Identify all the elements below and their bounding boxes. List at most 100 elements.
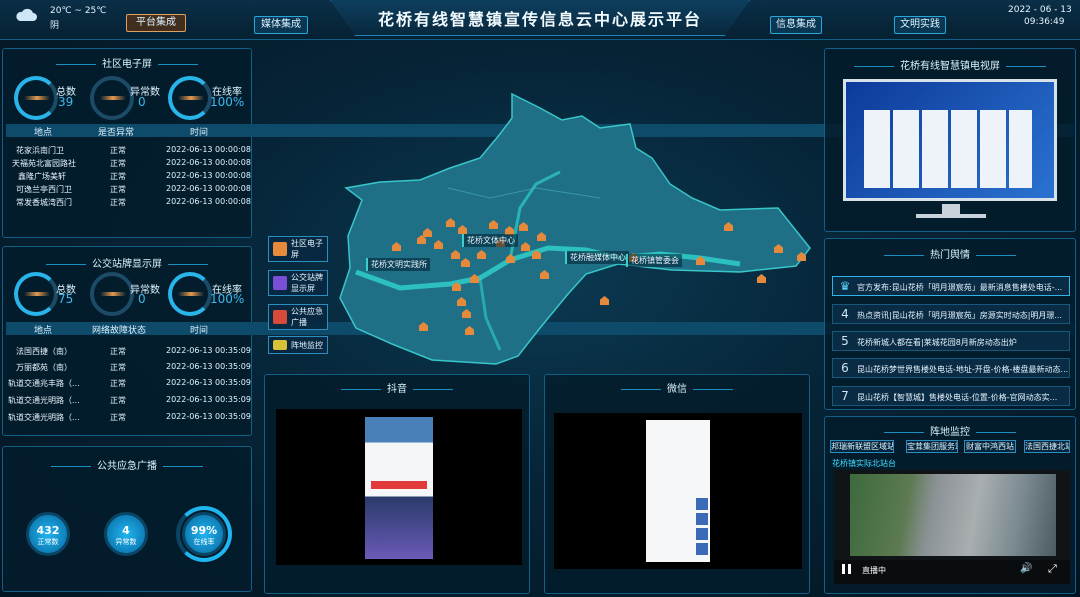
- map-btn-broadcast[interactable]: 公共应急广播: [268, 304, 328, 330]
- monitor-current-station: 花桥镇实际北站台: [832, 459, 896, 468]
- cell-time: 2022-06-13 00:35:09: [166, 378, 251, 387]
- broadcast-normal-circle: 432 正常数: [26, 512, 70, 556]
- hot-news-item[interactable]: 4 热点资讯|昆山花桥「明月璟宸苑」房源实时动态|明月璟...: [832, 304, 1070, 324]
- douyin-phone-preview[interactable]: [365, 417, 433, 559]
- cell-time: 2022-06-13 00:00:08: [166, 158, 251, 167]
- cell-time: 2022-06-13 00:35:09: [166, 346, 251, 355]
- hot-news-rank: 4: [841, 307, 849, 321]
- nav-platform[interactable]: 平台集成: [126, 14, 186, 32]
- cell-location: 万丽都苑（南）: [16, 363, 72, 372]
- abnormal-gauge: [90, 272, 134, 316]
- weather-desc: 阴: [50, 21, 60, 31]
- wechat-article-preview[interactable]: [646, 420, 710, 562]
- map-btn-label: 公交站牌显示屏: [291, 273, 323, 293]
- cell-location: 鑫隆广场美轩: [18, 172, 66, 181]
- pause-icon[interactable]: [842, 564, 851, 574]
- hot-news-panel: [824, 238, 1076, 410]
- total-gauge: [14, 76, 58, 120]
- nav-info[interactable]: 信息集成: [770, 16, 822, 34]
- header-date: 2022 - 06 - 13: [1008, 5, 1072, 15]
- hot-news-item[interactable]: 6 昆山花桥梦世界售楼处电话-地址-开盘-价格-楼盘最新动态...: [832, 358, 1070, 378]
- broadcast-online-circle: 99% 在线率: [182, 512, 226, 556]
- cell-status: 正常: [110, 159, 126, 168]
- volume-icon[interactable]: 🔊: [1020, 563, 1032, 574]
- cell-status: 正常: [110, 363, 126, 372]
- douyin-red-bar: [371, 481, 427, 489]
- page-title: 花桥有线智慧镇宣传信息云中心展示平台: [377, 10, 702, 29]
- hot-news-rank: 5: [841, 334, 849, 348]
- cell-status: 正常: [110, 396, 126, 405]
- cell-location: 天福苑北富园路社: [12, 159, 76, 168]
- hot-news-item[interactable]: ♛ 官方发布:昆山花桥「明月璟宸苑」最新消息售楼处电话-...: [832, 276, 1070, 296]
- hot-news-title: 热门舆情: [824, 246, 1076, 261]
- cell-status: 正常: [110, 198, 126, 207]
- hot-news-text: 昆山花桥梦世界售楼处电话-地址-开盘-价格-楼盘最新动态...: [857, 365, 1069, 374]
- wechat-title: 微信: [544, 380, 810, 395]
- cell-time: 2022-06-13 00:00:08: [166, 171, 251, 180]
- cell-status: 正常: [110, 172, 126, 181]
- cloud-icon: [14, 8, 38, 22]
- column-header: 网络故障状态: [92, 326, 147, 336]
- abnormal-gauge: [90, 76, 134, 120]
- tv-screen[interactable]: [843, 79, 1057, 201]
- community-stat-value: 39: [58, 95, 74, 109]
- hot-news-text: 官方发布:昆山花桥「明月璟宸苑」最新消息售楼处电话-...: [857, 283, 1063, 292]
- broadcast-value: 432: [36, 524, 60, 537]
- online-rate-gauge: [168, 76, 212, 120]
- map-label[interactable]: 花桥融媒体中心: [565, 251, 629, 264]
- camera-icon: [273, 340, 287, 350]
- monitor-tab[interactable]: 宝茸集团服务站: [906, 440, 958, 453]
- header-time: 09:36:49: [1024, 17, 1065, 27]
- broadcast-label: 异常数: [115, 538, 137, 546]
- map-btn-community-screen[interactable]: 社区电子屏: [268, 236, 328, 262]
- tv-stand: [942, 204, 960, 214]
- community-stat-value: 100%: [210, 95, 245, 109]
- cell-location: 轨道交通兆丰路（...: [8, 379, 80, 388]
- screen-icon: [273, 242, 287, 256]
- bus-screen-title: 公交站牌显示屏: [2, 255, 252, 270]
- cell-time: 2022-06-13 00:35:09: [166, 362, 251, 371]
- bus-stat-value: 75: [58, 292, 74, 306]
- monitor-title: 阵地监控: [824, 423, 1076, 438]
- nav-media[interactable]: 媒体集成: [254, 16, 308, 34]
- map-btn-monitor[interactable]: 阵地监控: [268, 336, 328, 354]
- hot-news-rank: 6: [841, 361, 849, 375]
- wechat-side-thumbs: [696, 498, 708, 558]
- douyin-title: 抖音: [264, 380, 530, 395]
- online-rate-gauge: [168, 272, 212, 316]
- broadcast-value: 4: [122, 524, 130, 537]
- broadcast-abnormal-circle: 4 异常数: [104, 512, 148, 556]
- tv-menu-grid: [864, 110, 1032, 188]
- map-label[interactable]: 花桥文明实践所: [366, 258, 430, 271]
- hot-news-item[interactable]: 5 花桥新城人都在看|莱城花园8月新房动态出炉: [832, 331, 1070, 351]
- crown-icon: ♛: [839, 279, 851, 293]
- column-header: 地点: [34, 326, 53, 336]
- town-map[interactable]: [300, 88, 820, 378]
- map-btn-label: 公共应急广播: [291, 307, 323, 327]
- cell-status: 正常: [110, 347, 126, 356]
- cell-location: 轨道交通光明路（...: [8, 396, 80, 405]
- monitor-camera-feed: [850, 474, 1056, 556]
- fullscreen-icon[interactable]: ⤢: [1048, 562, 1057, 576]
- column-header: 时间: [190, 326, 209, 336]
- map-label[interactable]: 花桥文体中心: [462, 234, 518, 247]
- monitor-tab[interactable]: 法国西捷北站: [1024, 440, 1070, 453]
- hot-news-item[interactable]: 7 昆山花桥【智慧城】售楼处电话-位置-价格-官网动态实...: [832, 386, 1070, 406]
- cell-location: 常发香城湾西门: [16, 198, 72, 207]
- hot-news-text: 热点资讯|昆山花桥「明月璟宸苑」房源实时动态|明月璟...: [857, 311, 1063, 320]
- nav-civilization[interactable]: 文明实践: [894, 16, 946, 34]
- cell-location: 可逸兰亭西门卫: [16, 185, 72, 194]
- hot-news-text: 花桥新城人都在看|莱城花园8月新房动态出炉: [857, 338, 1017, 347]
- map-btn-bus-screen[interactable]: 公交站牌显示屏: [268, 270, 328, 296]
- monitor-tab[interactable]: 邦瑞新联盟区域站: [830, 440, 894, 453]
- live-label: 直播中: [862, 566, 886, 575]
- hot-news-rank: 7: [841, 389, 849, 403]
- cell-location: 花家浜南门卫: [16, 146, 64, 155]
- cell-time: 2022-06-13 00:00:08: [166, 184, 251, 193]
- cell-status: 正常: [110, 413, 126, 422]
- monitor-tab[interactable]: 财富中鸿西站: [964, 440, 1016, 453]
- map-label[interactable]: 花桥镇管委会: [626, 254, 682, 267]
- broadcast-label: 正常数: [37, 538, 59, 546]
- bus-stat-value: 0: [138, 292, 146, 306]
- community-screen-title: 社区电子屏: [2, 55, 252, 70]
